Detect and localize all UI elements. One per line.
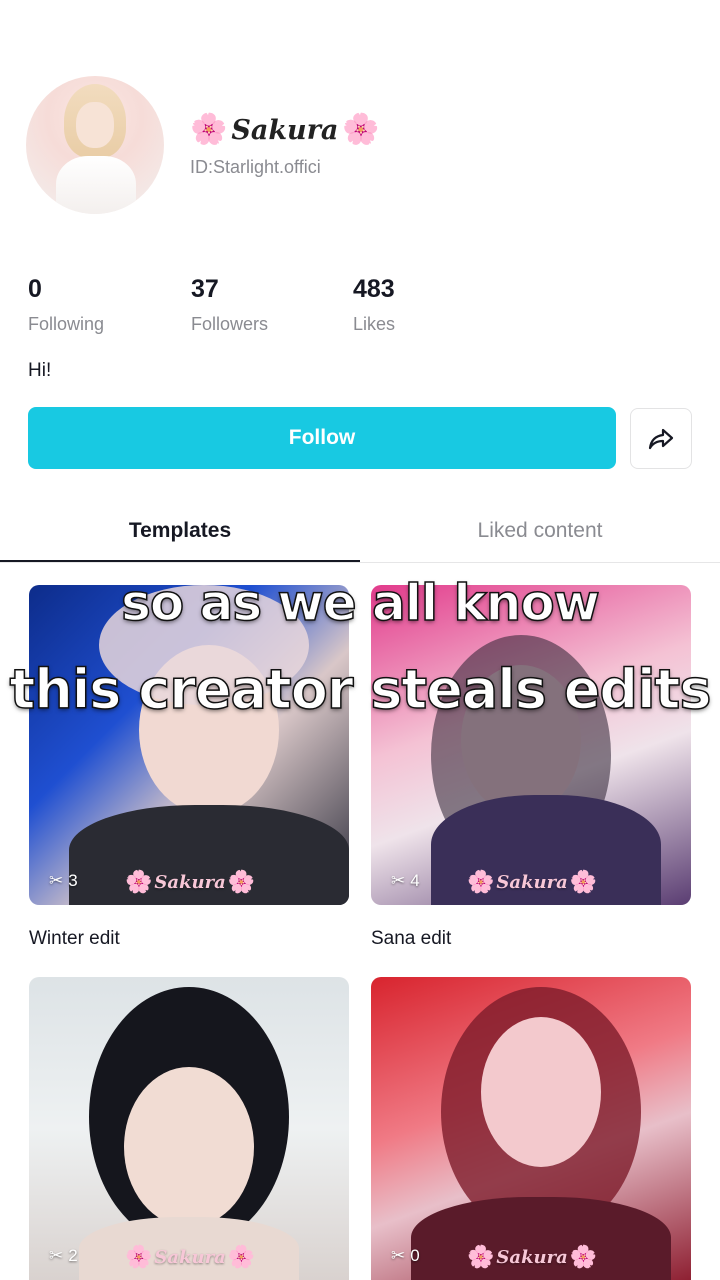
template-uses-count: 0 xyxy=(410,1246,420,1265)
watermark-text: Sakura xyxy=(496,1246,568,1268)
stat-followers-value: 37 xyxy=(191,275,219,303)
flower-icon: 🌸 xyxy=(467,1244,495,1269)
share-button[interactable] xyxy=(630,408,692,469)
flower-icon: 🌸 xyxy=(125,869,153,894)
scissors-icon: ✂ xyxy=(391,1246,406,1265)
avatar-face xyxy=(76,102,114,148)
stat-followers-label: Followers xyxy=(191,314,269,334)
flower-icon: 🌸 xyxy=(342,113,380,146)
template-card[interactable]: ✂ 0 🌸 Sakura 🌸 xyxy=(371,977,691,1280)
flower-icon: 🌸 xyxy=(467,869,495,894)
watermark: 🌸 Sakura 🌸 xyxy=(125,1244,255,1270)
template-uses: ✂ 0 xyxy=(391,1246,420,1266)
profile-id: ID:Starlight.offici xyxy=(190,157,321,177)
watermark: 🌸 Sakura 🌸 xyxy=(467,869,597,895)
scissors-icon: ✂ xyxy=(49,1246,64,1265)
template-uses-count: 2 xyxy=(68,1246,78,1265)
video-caption-line-1: so as we all know xyxy=(120,573,600,633)
template-card-winter[interactable]: ✂ 3 🌸 Sakura 🌸 xyxy=(29,585,349,905)
avatar[interactable] xyxy=(26,76,164,214)
flower-icon: 🌸 xyxy=(569,869,598,894)
template-uses-count: 4 xyxy=(410,871,420,890)
stat-likes-label: Likes xyxy=(353,314,396,334)
flower-icon: 🌸 xyxy=(227,869,256,894)
stat-following-value: 0 xyxy=(28,275,42,303)
watermark-text: Sakura xyxy=(496,871,568,893)
avatar-body xyxy=(56,156,136,214)
scissors-icon: ✂ xyxy=(49,871,64,890)
watermark-text: Sakura xyxy=(154,1246,226,1268)
template-uses: ✂ 2 xyxy=(49,1246,78,1266)
flower-icon: 🌸 xyxy=(227,1244,256,1269)
template-title[interactable]: Sana edit xyxy=(371,928,451,950)
profile-name-row: 🌸 Sakura 🌸 xyxy=(190,110,380,150)
stat-following[interactable]: 0 Following xyxy=(28,275,104,335)
flower-icon: 🌸 xyxy=(569,1244,598,1269)
flower-icon: 🌸 xyxy=(125,1244,153,1269)
template-card[interactable]: ✂ 2 🌸 Sakura 🌸 xyxy=(29,977,349,1280)
stat-likes-value: 483 xyxy=(353,275,395,303)
template-uses: ✂ 3 xyxy=(49,871,78,891)
tab-liked-content[interactable]: Liked content xyxy=(360,500,720,562)
tab-divider xyxy=(0,562,720,563)
stat-followers[interactable]: 37 Followers xyxy=(191,275,268,335)
watermark: 🌸 Sakura 🌸 xyxy=(125,869,255,895)
video-caption-line-2: this creator steals edits xyxy=(9,657,712,722)
template-uses-count: 3 xyxy=(68,871,78,890)
profile-name: Sakura xyxy=(231,114,339,146)
watermark-text: Sakura xyxy=(154,871,226,893)
flower-icon: 🌸 xyxy=(190,113,228,146)
share-icon xyxy=(648,428,674,449)
scissors-icon: ✂ xyxy=(391,871,406,890)
stat-following-label: Following xyxy=(28,314,105,334)
stat-likes[interactable]: 483 Likes xyxy=(353,275,395,335)
watermark: 🌸 Sakura 🌸 xyxy=(467,1244,597,1270)
card-thumbnail-figure xyxy=(481,1017,601,1167)
template-uses: ✂ 4 xyxy=(391,871,420,891)
card-thumbnail-figure xyxy=(124,1067,254,1227)
profile-bio: Hi! xyxy=(28,360,52,381)
template-card-sana[interactable]: ✂ 4 🌸 Sakura 🌸 xyxy=(371,585,691,905)
template-title[interactable]: Winter edit xyxy=(29,928,120,950)
follow-button[interactable]: Follow xyxy=(28,407,616,469)
tab-templates[interactable]: Templates xyxy=(0,500,360,562)
